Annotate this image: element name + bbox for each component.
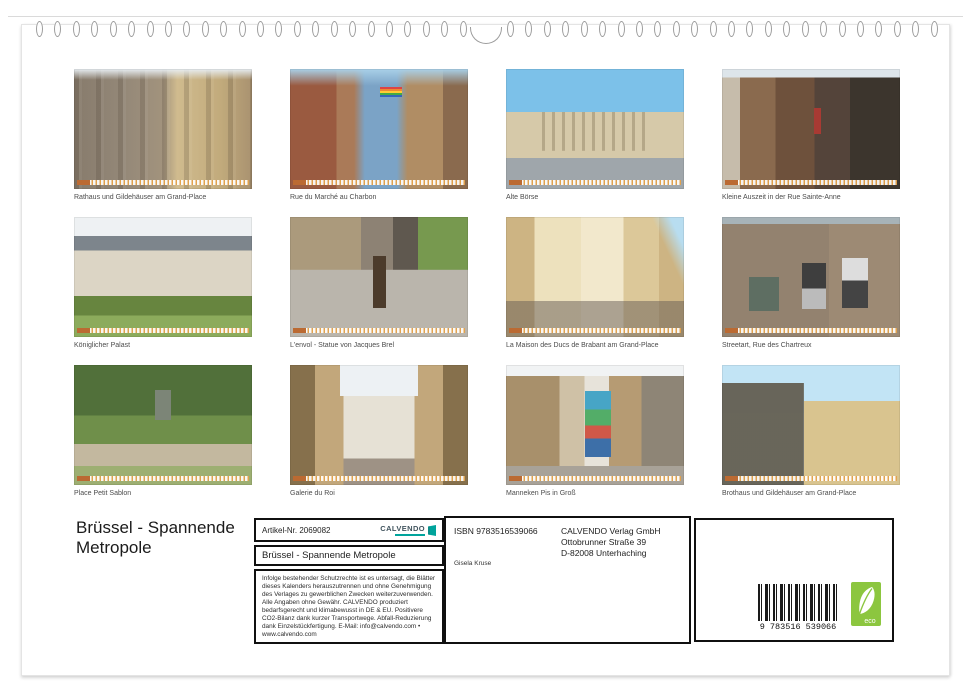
calendar-strip	[509, 476, 681, 481]
photo-thumbnail: Alte Börse	[506, 69, 684, 202]
photo-thumbnail: L'envol - Statue von Jacques Brel	[290, 217, 468, 350]
photo-caption: Place Petit Sablon	[74, 489, 252, 498]
calendar-strip	[725, 180, 897, 185]
calendar-strip	[509, 328, 681, 333]
calendar-back-page: Rathaus und Gildehäuser am Grand-Place R…	[21, 24, 950, 676]
photo-caption: L'envol - Statue von Jacques Brel	[290, 341, 468, 350]
photo-thumbnail: Galerie du Roi	[290, 365, 468, 498]
month-chip	[77, 476, 90, 481]
photo-caption: La Maison des Ducs de Brabant am Grand-P…	[506, 341, 684, 350]
calendar-month-photo	[722, 69, 900, 189]
publisher-line: CALVENDO Verlag GmbH	[561, 526, 661, 537]
photo-caption: Alte Börse	[506, 193, 684, 202]
calvendo-logo-text: CALVENDO	[380, 525, 425, 533]
photo-thumbnail: Brothaus und Gildehäuser am Grand-Place	[722, 365, 900, 498]
month-chip	[77, 180, 90, 185]
month-chip	[293, 476, 306, 481]
calendar-strip	[293, 476, 465, 481]
photo-thumbnail: Kleine Auszeit in der Rue Sainte-Anne	[722, 69, 900, 202]
photo-caption: Rathaus und Gildehäuser am Grand-Place	[74, 193, 252, 202]
boxed-title: Brüssel - Spannende Metropole	[254, 545, 444, 566]
month-chip	[509, 328, 522, 333]
calendar-month-photo	[290, 365, 468, 485]
calendar-strip	[293, 328, 465, 333]
photo-thumbnail: Manneken Pis in Groß	[506, 365, 684, 498]
calendar-month-photo	[74, 217, 252, 337]
publisher-line: D-82008 Unterhaching	[561, 548, 661, 559]
calendar-month-photo	[290, 69, 468, 189]
month-chip	[725, 476, 738, 481]
article-number: Artikel-Nr. 2069082	[262, 526, 330, 535]
photo-grid: Rathaus und Gildehäuser am Grand-Place R…	[74, 69, 900, 498]
imprint-left-column: Artikel-Nr. 2069082 CALVENDO Brüssel - S…	[254, 518, 444, 644]
photo-caption: Galerie du Roi	[290, 489, 468, 498]
photo-thumbnail: Königlicher Palast	[74, 217, 252, 350]
publisher-address: CALVENDO Verlag GmbH Ottobrunner Straße …	[561, 526, 661, 559]
author-name: Gisela Kruse	[454, 560, 491, 567]
photo-caption: Manneken Pis in Groß	[506, 489, 684, 498]
calvendo-logo-icon	[427, 525, 436, 536]
barcode-box: 9 783516 539066 eco	[694, 518, 894, 642]
photo-thumbnail: Rue du Marché au Charbon	[290, 69, 468, 202]
wall-edge-line	[8, 16, 963, 17]
article-number-box: Artikel-Nr. 2069082 CALVENDO	[254, 518, 444, 542]
calendar-month-photo	[290, 217, 468, 337]
photo-thumbnail: La Maison des Ducs de Brabant am Grand-P…	[506, 217, 684, 350]
month-chip	[77, 328, 90, 333]
calendar-month-photo	[74, 69, 252, 189]
photo-caption: Brothaus und Gildehäuser am Grand-Place	[722, 489, 900, 498]
calendar-strip	[725, 476, 897, 481]
ean-barcode	[758, 584, 838, 621]
photo-caption: Kleine Auszeit in der Rue Sainte-Anne	[722, 193, 900, 202]
month-chip	[293, 180, 306, 185]
calendar-month-photo	[722, 217, 900, 337]
month-chip	[293, 328, 306, 333]
calvendo-logo: CALVENDO	[380, 525, 436, 536]
month-chip	[725, 328, 738, 333]
publisher-line: Ottobrunner Straße 39	[561, 537, 661, 548]
photo-thumbnail: Rathaus und Gildehäuser am Grand-Place	[74, 69, 252, 202]
month-chip	[725, 180, 738, 185]
calendar-strip	[77, 328, 249, 333]
photo-thumbnail: Streetart, Rue des Chartreux	[722, 217, 900, 350]
month-chip	[509, 476, 522, 481]
calendar-month-photo	[74, 365, 252, 485]
isbn-number: ISBN 9783516539066	[454, 526, 538, 536]
calendar-month-photo	[506, 69, 684, 189]
photo-caption: Königlicher Palast	[74, 341, 252, 350]
eco-label: eco	[864, 618, 875, 625]
calendar-month-photo	[506, 365, 684, 485]
calendar-strip	[77, 476, 249, 481]
calendar-strip	[509, 180, 681, 185]
isbn-publisher-box: ISBN 9783516539066 Gisela Kruse CALVENDO…	[444, 516, 691, 644]
calendar-strip	[293, 180, 465, 185]
calendar-month-photo	[506, 217, 684, 337]
calvendo-tagline-bar	[395, 534, 425, 536]
month-chip	[509, 180, 522, 185]
photo-caption: Rue du Marché au Charbon	[290, 193, 468, 202]
calendar-title: Brüssel - Spannende Metropole	[76, 518, 271, 559]
photo-thumbnail: Place Petit Sablon	[74, 365, 252, 498]
calendar-month-photo	[722, 365, 900, 485]
calendar-strip	[77, 180, 249, 185]
eco-logo: eco	[851, 582, 881, 626]
legal-notice: Infolge bestehender Schutzrechte ist es …	[254, 569, 444, 644]
barcode-digits: 9 783516 539066	[740, 622, 856, 632]
photo-caption: Streetart, Rue des Chartreux	[722, 341, 900, 350]
calendar-strip	[725, 328, 897, 333]
